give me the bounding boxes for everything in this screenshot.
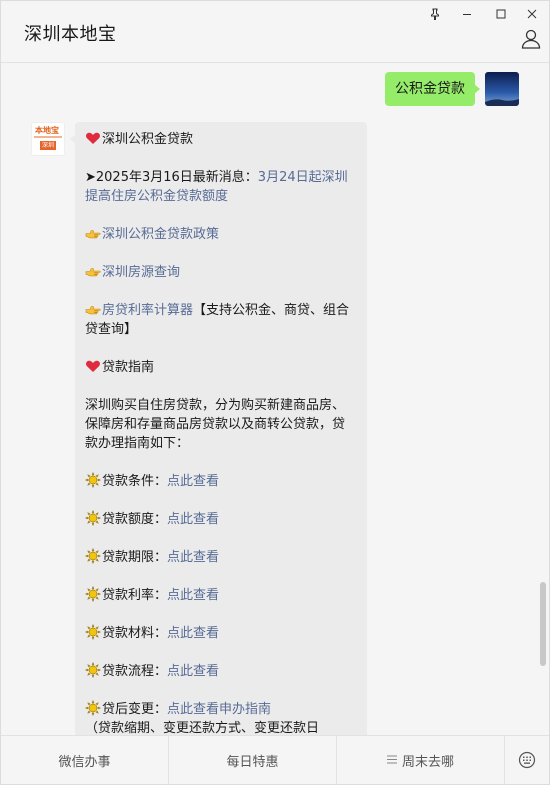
service-menu-bar: 微信办事 每日特惠 周末去哪 bbox=[1, 735, 549, 784]
policy-line: 深圳公积金贷款政策 bbox=[85, 225, 357, 244]
guide-item-label: 贷款利率： bbox=[102, 588, 168, 603]
housing-link[interactable]: 深圳房源查询 bbox=[102, 265, 180, 280]
calculator-link[interactable]: 房贷利率计算器 bbox=[102, 303, 193, 318]
menu-item-wechat-services[interactable]: 微信办事 bbox=[1, 736, 169, 784]
chat-area[interactable]: 公积金贷款 本地宝 深圳 深圳公积金贷款 ➤2025年3月16日最新消息：3月2… bbox=[1, 63, 549, 738]
heading-line: 深圳公积金贷款 bbox=[85, 130, 357, 149]
news-prefix: ➤2025年3月16日最新消息： bbox=[85, 170, 258, 185]
guide-heading: 贷款指南 bbox=[102, 360, 155, 375]
guide-item: 贷款期限：点此查看 bbox=[85, 548, 357, 567]
menu-item-weekend[interactable]: 周末去哪 bbox=[337, 736, 505, 784]
sent-message-row: 公积金贷款 bbox=[385, 72, 519, 106]
received-message-bubble[interactable]: 深圳公积金贷款 ➤2025年3月16日最新消息：3月24日起深圳提高住房公积金贷… bbox=[70, 122, 367, 738]
guide-item: 贷款利率：点此查看 bbox=[85, 586, 357, 605]
guide-item-label: 贷款期限： bbox=[102, 550, 168, 565]
pin-icon[interactable] bbox=[426, 5, 444, 23]
guide-item: 贷款材料：点此查看 bbox=[85, 624, 357, 643]
avatar-logo-tag: 深圳 bbox=[40, 141, 56, 150]
guide-item-label: 贷款流程： bbox=[102, 664, 168, 679]
guide-item-link[interactable]: 点此查看 bbox=[167, 512, 219, 527]
chat-scrollbar[interactable] bbox=[540, 582, 546, 666]
red-heart-icon bbox=[86, 360, 100, 372]
menu-item-label: 微信办事 bbox=[58, 754, 111, 770]
chat-title: 深圳本地宝 bbox=[24, 24, 117, 45]
guide-item-label: 贷款额度： bbox=[102, 512, 168, 527]
pointing-hand-icon bbox=[85, 267, 101, 277]
guide-item-link[interactable]: 点此查看 bbox=[167, 664, 219, 679]
guide-items-list: 贷款条件：点此查看 贷款额度：点此查看 贷款期限：点此查看 贷款利率：点此查看 贷款材料… bbox=[85, 472, 357, 700]
guide-item: 贷款条件：点此查看 bbox=[85, 472, 357, 491]
policy-link[interactable]: 深圳公积金贷款政策 bbox=[102, 227, 219, 242]
chat-window: 深圳本地宝 公积金贷款 本地宝 深圳 深圳公积金贷款 ➤2025年3月16日最新… bbox=[0, 0, 550, 785]
menu-item-label: 每日特惠 bbox=[226, 754, 279, 770]
red-heart-icon bbox=[86, 132, 100, 144]
keyboard-icon[interactable] bbox=[505, 736, 549, 784]
message-heading: 深圳公积金贷款 bbox=[102, 132, 194, 147]
avatar-logo-divider bbox=[34, 136, 62, 138]
after-line: 贷后变更：点此查看申办指南 bbox=[85, 700, 357, 719]
guide-item: 贷款额度：点此查看 bbox=[85, 510, 357, 529]
pointing-hand-icon bbox=[85, 305, 101, 315]
after-link[interactable]: 点此查看申办指南 bbox=[167, 702, 271, 717]
sun-icon bbox=[85, 700, 101, 716]
guide-item-link[interactable]: 点此查看 bbox=[167, 474, 219, 489]
pointing-hand-icon bbox=[85, 229, 101, 239]
sun-icon bbox=[85, 472, 101, 488]
received-message-row: 本地宝 深圳 深圳公积金贷款 ➤2025年3月16日最新消息：3月24日起深圳提… bbox=[31, 122, 367, 738]
title-bar: 深圳本地宝 bbox=[1, 1, 549, 63]
sun-icon bbox=[85, 662, 101, 678]
guide-item-label: 贷款条件： bbox=[102, 474, 168, 489]
news-line: ➤2025年3月16日最新消息：3月24日起深圳提高住房公积金贷款额度 bbox=[85, 168, 357, 206]
maximize-icon[interactable] bbox=[492, 5, 510, 23]
minimize-icon[interactable] bbox=[458, 5, 476, 23]
menu-item-label: 周末去哪 bbox=[401, 754, 454, 770]
sun-icon bbox=[85, 548, 101, 564]
avatar-logo-text: 本地宝 bbox=[35, 126, 59, 135]
close-icon[interactable] bbox=[523, 5, 541, 23]
guide-heading-line: 贷款指南 bbox=[85, 358, 357, 377]
after-label: 贷后变更： bbox=[102, 702, 168, 717]
guide-item: 贷款流程：点此查看 bbox=[85, 662, 357, 681]
guide-item-link[interactable]: 点此查看 bbox=[167, 588, 219, 603]
sun-icon bbox=[85, 510, 101, 526]
housing-line: 深圳房源查询 bbox=[85, 263, 357, 282]
user-avatar[interactable] bbox=[485, 72, 519, 106]
guide-item-link[interactable]: 点此查看 bbox=[167, 550, 219, 565]
bot-avatar[interactable]: 本地宝 深圳 bbox=[31, 122, 65, 156]
guide-item-link[interactable]: 点此查看 bbox=[167, 626, 219, 641]
submenu-icon bbox=[386, 753, 397, 768]
guide-intro: 深圳购买自住房贷款，分为购买新建商品房、保障房和存量商品房贷款以及商转公贷款，贷… bbox=[85, 398, 346, 451]
sun-icon bbox=[85, 586, 101, 602]
menu-item-daily-deals[interactable]: 每日特惠 bbox=[169, 736, 337, 784]
sent-message-bubble[interactable]: 公积金贷款 bbox=[385, 72, 480, 106]
guide-item-label: 贷款材料： bbox=[102, 626, 168, 641]
calculator-line: 房贷利率计算器【支持公积金、商贷、组合贷查询】 bbox=[85, 301, 357, 339]
profile-icon[interactable] bbox=[520, 28, 542, 50]
sun-icon bbox=[85, 624, 101, 640]
